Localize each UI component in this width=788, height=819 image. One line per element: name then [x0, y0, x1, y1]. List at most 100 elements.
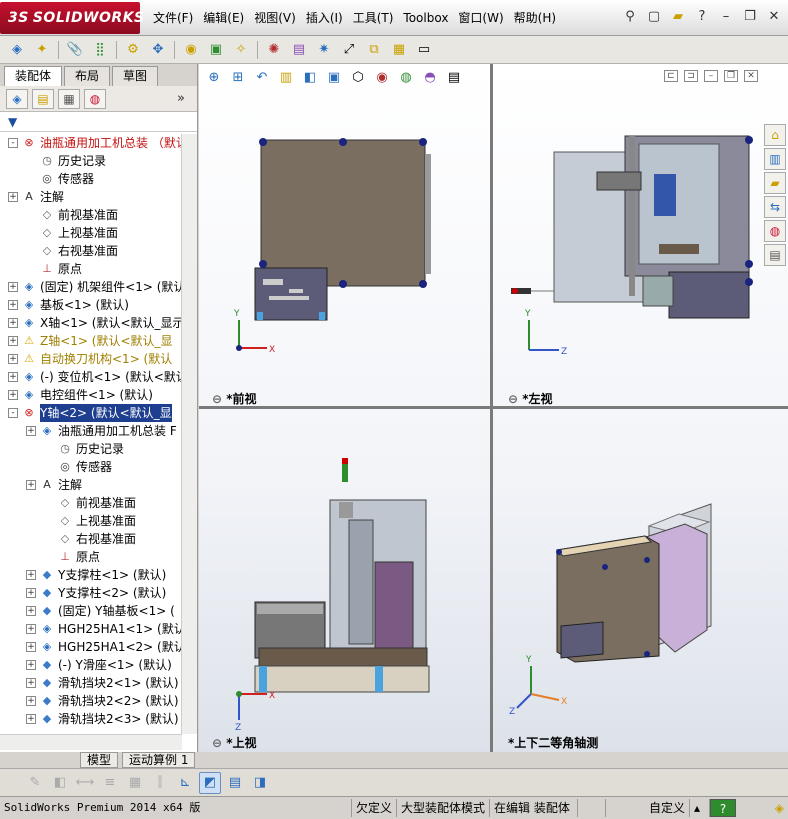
expand-icon[interactable]: + — [8, 282, 18, 292]
tab-sketch[interactable]: 草图 — [112, 66, 159, 86]
tree-item[interactable]: ◎ 传感器 — [0, 170, 182, 188]
tree-item[interactable]: + ◈ 电控组件<1> (默认) — [0, 386, 182, 404]
tree-item[interactable]: + ⚠ Z轴<1> (默认<默认_显 — [0, 332, 182, 350]
menu-insert[interactable]: 插入(I) — [301, 0, 348, 36]
view-link-icon[interactable]: ⊖ — [508, 392, 522, 406]
tree-item[interactable]: + A 注解 — [0, 476, 182, 494]
tree-item[interactable]: ◇ 上视基准面 — [0, 224, 182, 242]
split-views-icon[interactable]: ⊐ — [684, 70, 698, 82]
tree-item[interactable]: ◷ 历史记录 — [0, 152, 182, 170]
tree-item[interactable]: - ⊗ Y轴<2> (默认<默认_显 — [0, 404, 182, 422]
expand-icon[interactable]: + — [26, 480, 36, 490]
menu-edit[interactable]: 编辑(E) — [198, 0, 249, 36]
assembly-features-icon[interactable]: ▣ — [205, 39, 227, 61]
tree-item[interactable]: + ◆ 滑轨挡块2<3> (默认) — [0, 710, 182, 728]
tab-model[interactable]: 模型 — [80, 752, 119, 768]
explode-line-sketch-icon[interactable]: ⤢ — [338, 39, 360, 61]
tree-item[interactable]: + ◈ (-) 变位机<1> (默认<默认 — [0, 368, 182, 386]
collapse-icon[interactable]: - — [8, 408, 18, 418]
tree-item[interactable]: ◇ 右视基准面 — [0, 242, 182, 260]
tree-item[interactable]: + ◈ HGH25HA1<1> (默认<默 — [0, 620, 182, 638]
tree-item[interactable]: + ⚠ 自动换刀机构<1> (默认 — [0, 350, 182, 368]
view-settings-icon[interactable]: ▤ — [443, 66, 465, 88]
tab-assembly[interactable]: 装配体 — [4, 66, 63, 86]
expand-icon[interactable]: + — [8, 300, 18, 310]
tab-layout[interactable]: 布局 — [64, 66, 111, 86]
tree-item[interactable]: + ◈ HGH25HA1<2> (默认<默 — [0, 638, 182, 656]
feature-manager-icon[interactable]: ◈ — [6, 88, 28, 109]
menu-view[interactable]: 视图(V) — [249, 0, 301, 36]
move-component-icon[interactable]: ✥ — [147, 39, 169, 61]
smart-dimension-icon[interactable]: ⟷ — [74, 772, 96, 794]
new-part-icon[interactable]: ✦ — [31, 39, 53, 61]
view-link-icon[interactable]: ⊖ — [212, 736, 226, 750]
filter-icon[interactable]: ▼ — [8, 115, 17, 129]
open-folder-icon[interactable]: ▰ — [668, 6, 688, 26]
tree-item[interactable]: ◇ 右视基准面 — [0, 530, 182, 548]
compare-view-icon[interactable]: ◨ — [249, 772, 271, 794]
menu-window[interactable]: 窗口(W) — [453, 0, 508, 36]
tree-item[interactable]: ⊥ 原点 — [0, 548, 182, 566]
new-document-icon[interactable]: ▢ — [644, 6, 664, 26]
exploded-view-icon[interactable]: ✷ — [313, 39, 335, 61]
status-tag-icon[interactable]: ◈ — [771, 799, 788, 817]
close-icon[interactable]: ✕ — [764, 6, 784, 26]
tab-motion-study[interactable]: 运动算例 1 — [122, 752, 196, 768]
expand-icon[interactable]: + — [26, 570, 36, 580]
expand-icon[interactable]: + — [26, 606, 36, 616]
tree-filter[interactable]: ▼ — [0, 112, 197, 132]
assembly-visualization-icon[interactable]: ▭ — [413, 39, 435, 61]
restore-icon[interactable]: ❐ — [740, 6, 760, 26]
clearance-verification-icon[interactable]: ▦ — [388, 39, 410, 61]
tree-item[interactable]: ◇ 前视基准面 — [0, 494, 182, 512]
tree-item[interactable]: + ◈ 基板<1> (默认) — [0, 296, 182, 314]
expand-icon[interactable]: + — [8, 390, 18, 400]
display-manager-icon[interactable]: ◍ — [84, 88, 106, 109]
menu-tools[interactable]: 工具(T) — [348, 0, 399, 36]
status-large-assembly-mode[interactable]: 大型装配体模式 — [397, 799, 491, 817]
tree-item[interactable]: + ◆ Y支撑柱<2> (默认) — [0, 584, 182, 602]
solidworks-resources-icon[interactable]: ⌂ — [764, 124, 786, 146]
tree-item[interactable]: + ◈ X轴<1> (默认<默认_显示状 — [0, 314, 182, 332]
pin-icon[interactable]: ⚲ — [620, 6, 640, 26]
viewport-maximize-icon[interactable]: ❐ — [724, 70, 738, 82]
expand-icon[interactable]: + — [26, 624, 36, 634]
appearances-icon[interactable]: ◍ — [764, 220, 786, 242]
configuration-manager-icon[interactable]: ▦ — [58, 88, 80, 109]
solidworks-logo[interactable]: 3S SOLIDWORKS — [0, 2, 144, 34]
line-tool-icon[interactable]: ≡ — [99, 772, 121, 794]
tree-item[interactable]: ◇ 上视基准面 — [0, 512, 182, 530]
view-link-icon[interactable]: ⊖ — [212, 392, 226, 406]
linear-pattern-icon[interactable]: ⣿ — [89, 39, 111, 61]
expand-icon[interactable]: + — [26, 588, 36, 598]
viewport-close-icon[interactable]: ✕ — [744, 70, 758, 82]
tree-item[interactable]: + ◈ (固定) 机架组件<1> (默认 — [0, 278, 182, 296]
view-palette-icon[interactable]: ⇆ — [764, 196, 786, 218]
table-view-icon[interactable]: ▤ — [224, 772, 246, 794]
viewport-minimize-icon[interactable]: – — [704, 70, 718, 82]
bill-of-materials-icon[interactable]: ▤ — [288, 39, 310, 61]
expand-icon[interactable]: + — [26, 642, 36, 652]
expand-icon[interactable]: + — [26, 678, 36, 688]
section-view-icon[interactable]: ▥ — [275, 66, 297, 88]
expand-icon[interactable]: + — [8, 192, 18, 202]
tree-item[interactable]: + ◆ (-) Y滑座<1> (默认) — [0, 656, 182, 674]
grid-tool-icon[interactable]: ▦ — [124, 772, 146, 794]
expand-icon[interactable]: + — [8, 372, 18, 382]
tree-item[interactable]: + ◆ 滑轨挡块2<1> (默认) — [0, 674, 182, 692]
file-explorer-icon[interactable]: ▰ — [764, 172, 786, 194]
expand-icon[interactable]: + — [8, 318, 18, 328]
viewport-splitter-horizontal[interactable] — [199, 406, 788, 409]
tree-item[interactable]: + ◆ Y支撑柱<1> (默认) — [0, 566, 182, 584]
new-motion-study-icon[interactable]: ✺ — [263, 39, 285, 61]
smart-fasteners-icon[interactable]: ⚙ — [122, 39, 144, 61]
tree-item[interactable]: + A 注解 — [0, 188, 182, 206]
reference-geometry-icon[interactable]: ✧ — [230, 39, 252, 61]
tree-vertical-scrollbar[interactable] — [181, 134, 197, 734]
design-library-icon[interactable]: ▥ — [764, 148, 786, 170]
tree-item[interactable]: + ◆ (固定) Y轴基板<1> ( — [0, 602, 182, 620]
expand-panel-icon[interactable]: » — [171, 89, 191, 109]
menu-help[interactable]: 帮助(H) — [509, 0, 561, 36]
tree-item[interactable]: + ◆ 滑轨挡块2<2> (默认) — [0, 692, 182, 710]
expand-icon[interactable]: + — [8, 336, 18, 346]
